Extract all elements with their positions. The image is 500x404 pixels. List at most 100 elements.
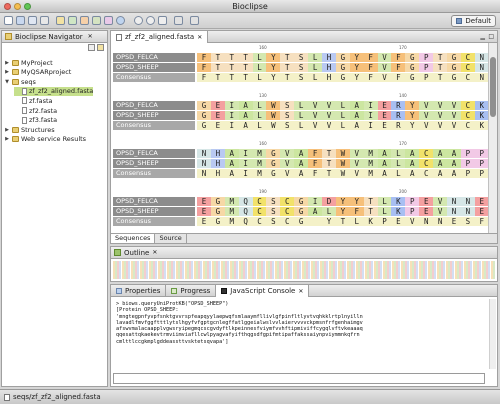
residue[interactable]: L bbox=[391, 149, 406, 158]
residue[interactable]: G bbox=[266, 169, 281, 178]
import-icon[interactable] bbox=[68, 16, 77, 25]
residue[interactable]: H bbox=[210, 159, 225, 168]
residue[interactable]: P bbox=[405, 207, 420, 216]
residue[interactable]: L bbox=[252, 101, 267, 110]
residue[interactable]: M bbox=[363, 159, 378, 168]
residue[interactable]: F bbox=[197, 73, 211, 82]
residue[interactable]: V bbox=[280, 159, 295, 168]
consensus-label[interactable]: Consensus bbox=[113, 169, 195, 178]
residue[interactable]: L bbox=[252, 121, 267, 130]
tab-sequences[interactable]: Sequences bbox=[111, 234, 156, 243]
close-icon[interactable]: ✕ bbox=[197, 34, 202, 41]
residue[interactable]: V bbox=[447, 121, 461, 130]
residue[interactable]: V bbox=[433, 101, 448, 110]
sequence-name[interactable]: OPSD_SHEEP bbox=[113, 159, 195, 168]
residue[interactable]: G bbox=[447, 63, 461, 72]
scrollbar-thumb[interactable] bbox=[490, 57, 496, 117]
residue[interactable]: I bbox=[363, 111, 378, 120]
residue[interactable]: E bbox=[391, 217, 406, 226]
residue[interactable]: K bbox=[474, 121, 489, 130]
residue[interactable]: A bbox=[447, 159, 461, 168]
residue[interactable]: V bbox=[433, 121, 448, 130]
residue[interactable]: T bbox=[224, 53, 239, 62]
residue[interactable]: V bbox=[322, 111, 336, 120]
sequence-residues[interactable]: FTTTLYTSLHGYFVFGPTGCNLEGFFATLG bbox=[197, 63, 489, 72]
residue[interactable]: F bbox=[363, 63, 378, 72]
residue[interactable]: Y bbox=[349, 73, 364, 82]
residue[interactable]: T bbox=[322, 169, 336, 178]
tree-item[interactable]: ▼ seqs bbox=[4, 77, 36, 86]
residue[interactable]: T bbox=[210, 63, 225, 72]
residue[interactable]: P bbox=[460, 169, 475, 178]
residue[interactable]: G bbox=[335, 53, 350, 62]
tree-item[interactable]: zf2.fasta bbox=[14, 106, 57, 115]
residue[interactable]: M bbox=[224, 197, 239, 206]
consensus-sequence[interactable]: GEIALWSLVVLAIERYVVVCKPMSNFRFGE bbox=[197, 121, 489, 130]
residue[interactable]: V bbox=[419, 111, 434, 120]
maximize-icon[interactable]: □ bbox=[488, 33, 494, 40]
new-file-icon[interactable] bbox=[4, 16, 13, 25]
residue[interactable]: N bbox=[460, 197, 475, 206]
residue[interactable]: P bbox=[474, 159, 489, 168]
residue[interactable]: I bbox=[238, 159, 253, 168]
residue[interactable]: V bbox=[419, 101, 434, 110]
sequence-name[interactable]: OPSD_SHEEP bbox=[113, 111, 195, 120]
back-icon[interactable] bbox=[174, 16, 183, 25]
residue[interactable]: T bbox=[433, 53, 448, 62]
residue[interactable]: Y bbox=[266, 53, 281, 62]
link-editor-icon[interactable] bbox=[97, 44, 104, 51]
residue[interactable]: R bbox=[391, 121, 406, 130]
residue[interactable]: N bbox=[197, 169, 211, 178]
residue[interactable]: L bbox=[294, 101, 309, 110]
residue[interactable]: M bbox=[252, 159, 267, 168]
residue[interactable]: G bbox=[197, 121, 211, 130]
residue[interactable]: F bbox=[391, 73, 406, 82]
residue[interactable]: G bbox=[210, 217, 225, 226]
residue[interactable]: R bbox=[391, 111, 406, 120]
residue[interactable]: V bbox=[280, 149, 295, 158]
residue[interactable]: V bbox=[419, 121, 434, 130]
residue[interactable]: G bbox=[197, 111, 211, 120]
residue[interactable]: E bbox=[210, 121, 225, 130]
residue[interactable]: E bbox=[197, 207, 211, 216]
residue[interactable]: K bbox=[474, 101, 489, 110]
residue[interactable]: L bbox=[377, 197, 392, 206]
residue[interactable]: A bbox=[294, 169, 309, 178]
residue[interactable]: S bbox=[266, 217, 281, 226]
close-icon[interactable]: ✕ bbox=[88, 33, 93, 40]
residue[interactable]: I bbox=[238, 169, 253, 178]
residue[interactable]: T bbox=[363, 197, 378, 206]
residue[interactable]: V bbox=[433, 197, 448, 206]
residue[interactable]: A bbox=[224, 149, 239, 158]
save-icon[interactable] bbox=[28, 16, 37, 25]
sequence-name[interactable]: OPSD_FELCA bbox=[113, 53, 195, 62]
residue[interactable]: A bbox=[433, 159, 448, 168]
residue[interactable]: I bbox=[363, 121, 378, 130]
collapsed-arrow-icon[interactable]: ▶ bbox=[4, 69, 10, 75]
residue[interactable]: C bbox=[419, 149, 434, 158]
residue[interactable]: G bbox=[294, 197, 309, 206]
navigator-tab[interactable]: Bioclipse Navigator ✕ bbox=[2, 31, 107, 43]
residue[interactable]: A bbox=[377, 169, 392, 178]
residue[interactable]: V bbox=[433, 111, 448, 120]
residue[interactable]: G bbox=[266, 159, 281, 168]
collapsed-arrow-icon[interactable]: ▶ bbox=[4, 136, 10, 142]
residue[interactable]: P bbox=[405, 197, 420, 206]
residue[interactable]: V bbox=[308, 121, 323, 130]
residue[interactable]: I bbox=[224, 101, 239, 110]
residue[interactable]: Y bbox=[405, 111, 420, 120]
sequence-icon[interactable] bbox=[104, 16, 113, 25]
residue[interactable]: T bbox=[238, 73, 253, 82]
residue[interactable]: G bbox=[335, 63, 350, 72]
molecule-icon[interactable] bbox=[92, 16, 101, 25]
residue[interactable]: M bbox=[252, 169, 267, 178]
residue[interactable]: C bbox=[252, 197, 267, 206]
residue[interactable]: T bbox=[224, 73, 239, 82]
sequence-name[interactable]: OPSD_FELCA bbox=[113, 197, 195, 206]
residue[interactable]: N bbox=[474, 53, 489, 62]
residue[interactable]: F bbox=[391, 63, 406, 72]
residue[interactable]: V bbox=[405, 217, 420, 226]
residue[interactable]: V bbox=[349, 149, 364, 158]
residue[interactable]: A bbox=[405, 169, 420, 178]
residue[interactable]: T bbox=[238, 53, 253, 62]
